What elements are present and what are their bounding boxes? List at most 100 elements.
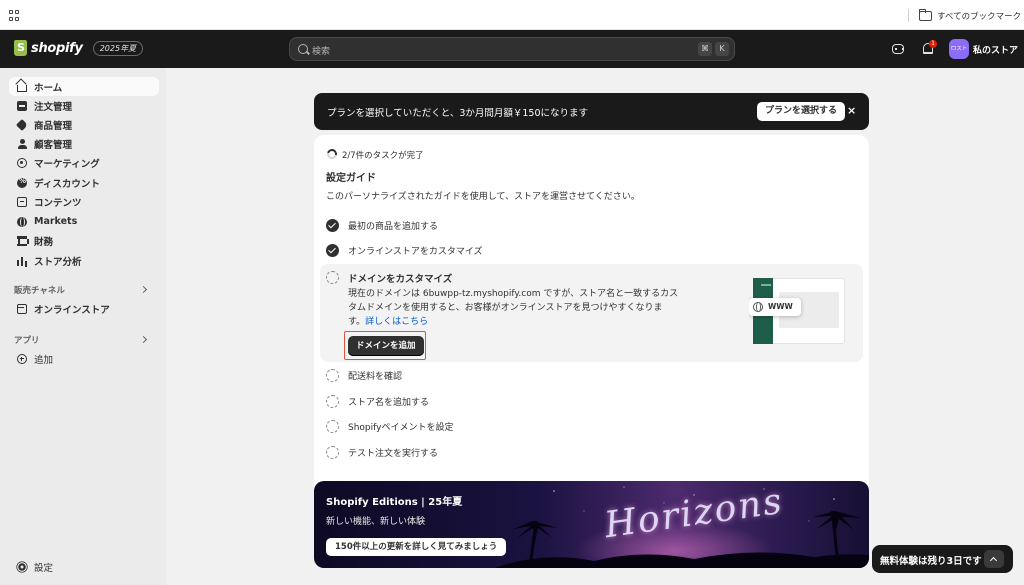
task-label: 配送料を確認 (348, 371, 403, 382)
sidebar-item-markets[interactable]: Markets (9, 212, 159, 231)
plan-banner: プランを選択していただくと、3か月間月額￥150になります プランを選択する × (314, 93, 869, 130)
home-icon (17, 84, 27, 92)
trial-text: 無料体験は残り3日です (880, 556, 982, 567)
task-label: 最初の商品を追加する (348, 221, 439, 232)
sidebar-item-customers[interactable]: 顧客管理 (9, 134, 159, 153)
sidebar-item-content[interactable]: コンテンツ (9, 192, 159, 211)
sidebar-item-label: Markets (34, 216, 78, 227)
sidekick-icon[interactable] (889, 40, 907, 58)
bookmarks-bar: すべてのブックマーク (0, 0, 1024, 30)
bookmarks-divider (908, 9, 909, 22)
description-line: す。 (348, 317, 366, 327)
trial-toast[interactable]: 無料体験は残り3日です (872, 545, 1013, 573)
task-setup-payments[interactable]: Shopifyペイメントを設定 (326, 418, 726, 434)
setup-guide-card: 2/7件のタスクが完了 設定ガイド このパーソナライズされたガイドを使用して、ス… (314, 135, 869, 539)
sidebar-item-settings[interactable]: 設定 (9, 557, 159, 576)
editions-promo-card: Horizons Shopify Editions | 25年夏 新しい機能、新… (314, 481, 869, 568)
view-updates-button[interactable]: 150件以上の更新を詳しく見てみましょう (326, 538, 507, 556)
sidebar-item-analytics[interactable]: ストア分析 (9, 251, 159, 270)
chevron-up-icon[interactable] (984, 550, 1004, 568)
sidebar-item-add-app[interactable]: 追加 (9, 349, 159, 368)
sidebar-item-label: ストア分析 (34, 256, 82, 268)
dashed-circle-icon[interactable] (326, 368, 339, 382)
all-bookmarks-label: すべてのブックマーク (937, 12, 1022, 22)
dashed-circle-icon[interactable] (326, 271, 339, 284)
domain-task-description: 現在のドメインは 6buwpp-tz.myshopify.com ですが、ストア… (348, 287, 682, 329)
task-check-shipping[interactable]: 配送料を確認 (326, 367, 726, 383)
person-icon (17, 138, 27, 149)
sidebar-item-home[interactable]: ホーム (9, 77, 159, 96)
task-customize-domain-expanded: ドメインをカスタマイズ 現在のドメインは 6buwpp-tz.myshopify… (320, 264, 863, 362)
sidebar-item-orders[interactable]: 注文管理 (9, 96, 159, 115)
folder-icon (919, 9, 932, 21)
task-label: Shopifyペイメントを設定 (348, 422, 454, 433)
dashed-circle-icon[interactable] (326, 394, 339, 408)
sidebar-item-label: 注文管理 (34, 101, 73, 113)
all-bookmarks-button[interactable]: すべてのブックマーク (919, 9, 1021, 23)
brand-name: shopify (31, 40, 83, 56)
plan-banner-text: プランを選択していただくと、3か月間月額￥150になります (327, 108, 589, 119)
plus-circle-icon (17, 353, 27, 364)
task-add-store-name[interactable]: ストア名を追加する (326, 393, 726, 409)
apps-grid-icon[interactable] (9, 10, 20, 21)
task-customize-online-store[interactable]: オンラインストアをカスタマイズ (326, 242, 726, 258)
globe-icon (17, 216, 27, 227)
sidebar-item-discounts[interactable]: ディスカウント (9, 173, 159, 192)
promo-title: Shopify Editions | 25年夏 (326, 497, 463, 508)
check-circle-icon[interactable] (326, 218, 339, 232)
k-key-hint: K (715, 42, 729, 56)
search-icon (298, 44, 308, 54)
main-content: プランを選択していただくと、3か月間月額￥150になります プランを選択する ×… (166, 68, 1024, 585)
admin-topbar: shopify 2025年夏 検索 ⌘ K (0, 30, 1024, 68)
task-label: オンラインストアをカスタマイズ (348, 246, 483, 257)
setup-guide-description: このパーソナライズされたガイドを使用して、ストアを運営させてください。 (326, 192, 640, 202)
sidebar-item-online-store[interactable]: オンラインストア (9, 299, 159, 318)
content-icon (17, 196, 27, 207)
learn-more-link[interactable]: 詳しくはこちら (365, 317, 428, 327)
sidebar-item-label: 商品管理 (34, 120, 73, 132)
task-progress-text: 2/7件のタスクが完了 (342, 151, 424, 161)
chevron-right-icon[interactable] (139, 335, 148, 344)
sidebar-item-marketing[interactable]: マーケティング (9, 153, 159, 172)
www-label: WWW (768, 302, 793, 311)
description-line: 現在のドメインは 6buwpp-tz.myshopify.com ですが、ストア… (348, 289, 679, 299)
select-plan-button[interactable]: プランを選択する (757, 102, 846, 121)
progress-ring-icon (325, 147, 339, 161)
search-input[interactable]: 検索 ⌘ K (289, 37, 735, 61)
tag-icon (15, 118, 29, 131)
close-icon[interactable]: × (847, 104, 856, 117)
check-circle-icon[interactable] (326, 243, 339, 257)
gear-icon (18, 562, 26, 571)
sidebar-item-label: オンラインストア (34, 304, 110, 316)
task-title[interactable]: ドメインをカスタマイズ (348, 271, 452, 285)
chevron-right-icon[interactable] (139, 285, 148, 294)
dashed-circle-icon[interactable] (326, 419, 339, 433)
sales-channels-heading: 販売チャネル (14, 286, 65, 296)
domain-illustration: WWW (749, 278, 845, 344)
apps-heading: アプリ (14, 336, 40, 346)
store-name[interactable]: 私のストア (973, 43, 1018, 56)
bank-icon (17, 235, 29, 246)
setup-guide-title: 設定ガイド (326, 173, 376, 184)
task-label: ストア名を追加する (348, 397, 430, 408)
task-add-first-product[interactable]: 最初の商品を追加する (326, 217, 726, 233)
edition-badge: 2025年夏 (92, 40, 144, 56)
add-domain-button[interactable]: ドメインを追加 (348, 336, 424, 356)
shopify-logo[interactable]: shopify 2025年夏 (14, 40, 144, 56)
sidebar-item-finance[interactable]: 財務 (9, 231, 159, 250)
inbox-icon (17, 100, 27, 111)
sidebar-item-label: コンテンツ (34, 197, 82, 209)
store-avatar[interactable]: ロスト (949, 39, 969, 59)
sidebar-item-products[interactable]: 商品管理 (9, 115, 159, 134)
illustration-url-bar: WWW (749, 298, 801, 316)
sidebar-item-label: 顧客管理 (34, 139, 73, 151)
sidebar-item-label: マーケティング (34, 158, 100, 170)
shopify-bag-icon (14, 40, 27, 56)
search-placeholder: 検索 (312, 47, 331, 57)
sidebar-item-label: 設定 (34, 562, 54, 574)
command-key-hint: ⌘ (698, 42, 712, 56)
task-test-order[interactable]: テスト注文を実行する (326, 444, 726, 460)
sidebar: ホーム 注文管理 商品管理 顧客管理 マーケティング ディスカウント コンテンツ… (0, 68, 166, 585)
notification-count-badge: 1 (929, 40, 937, 48)
dashed-circle-icon[interactable] (326, 445, 339, 459)
